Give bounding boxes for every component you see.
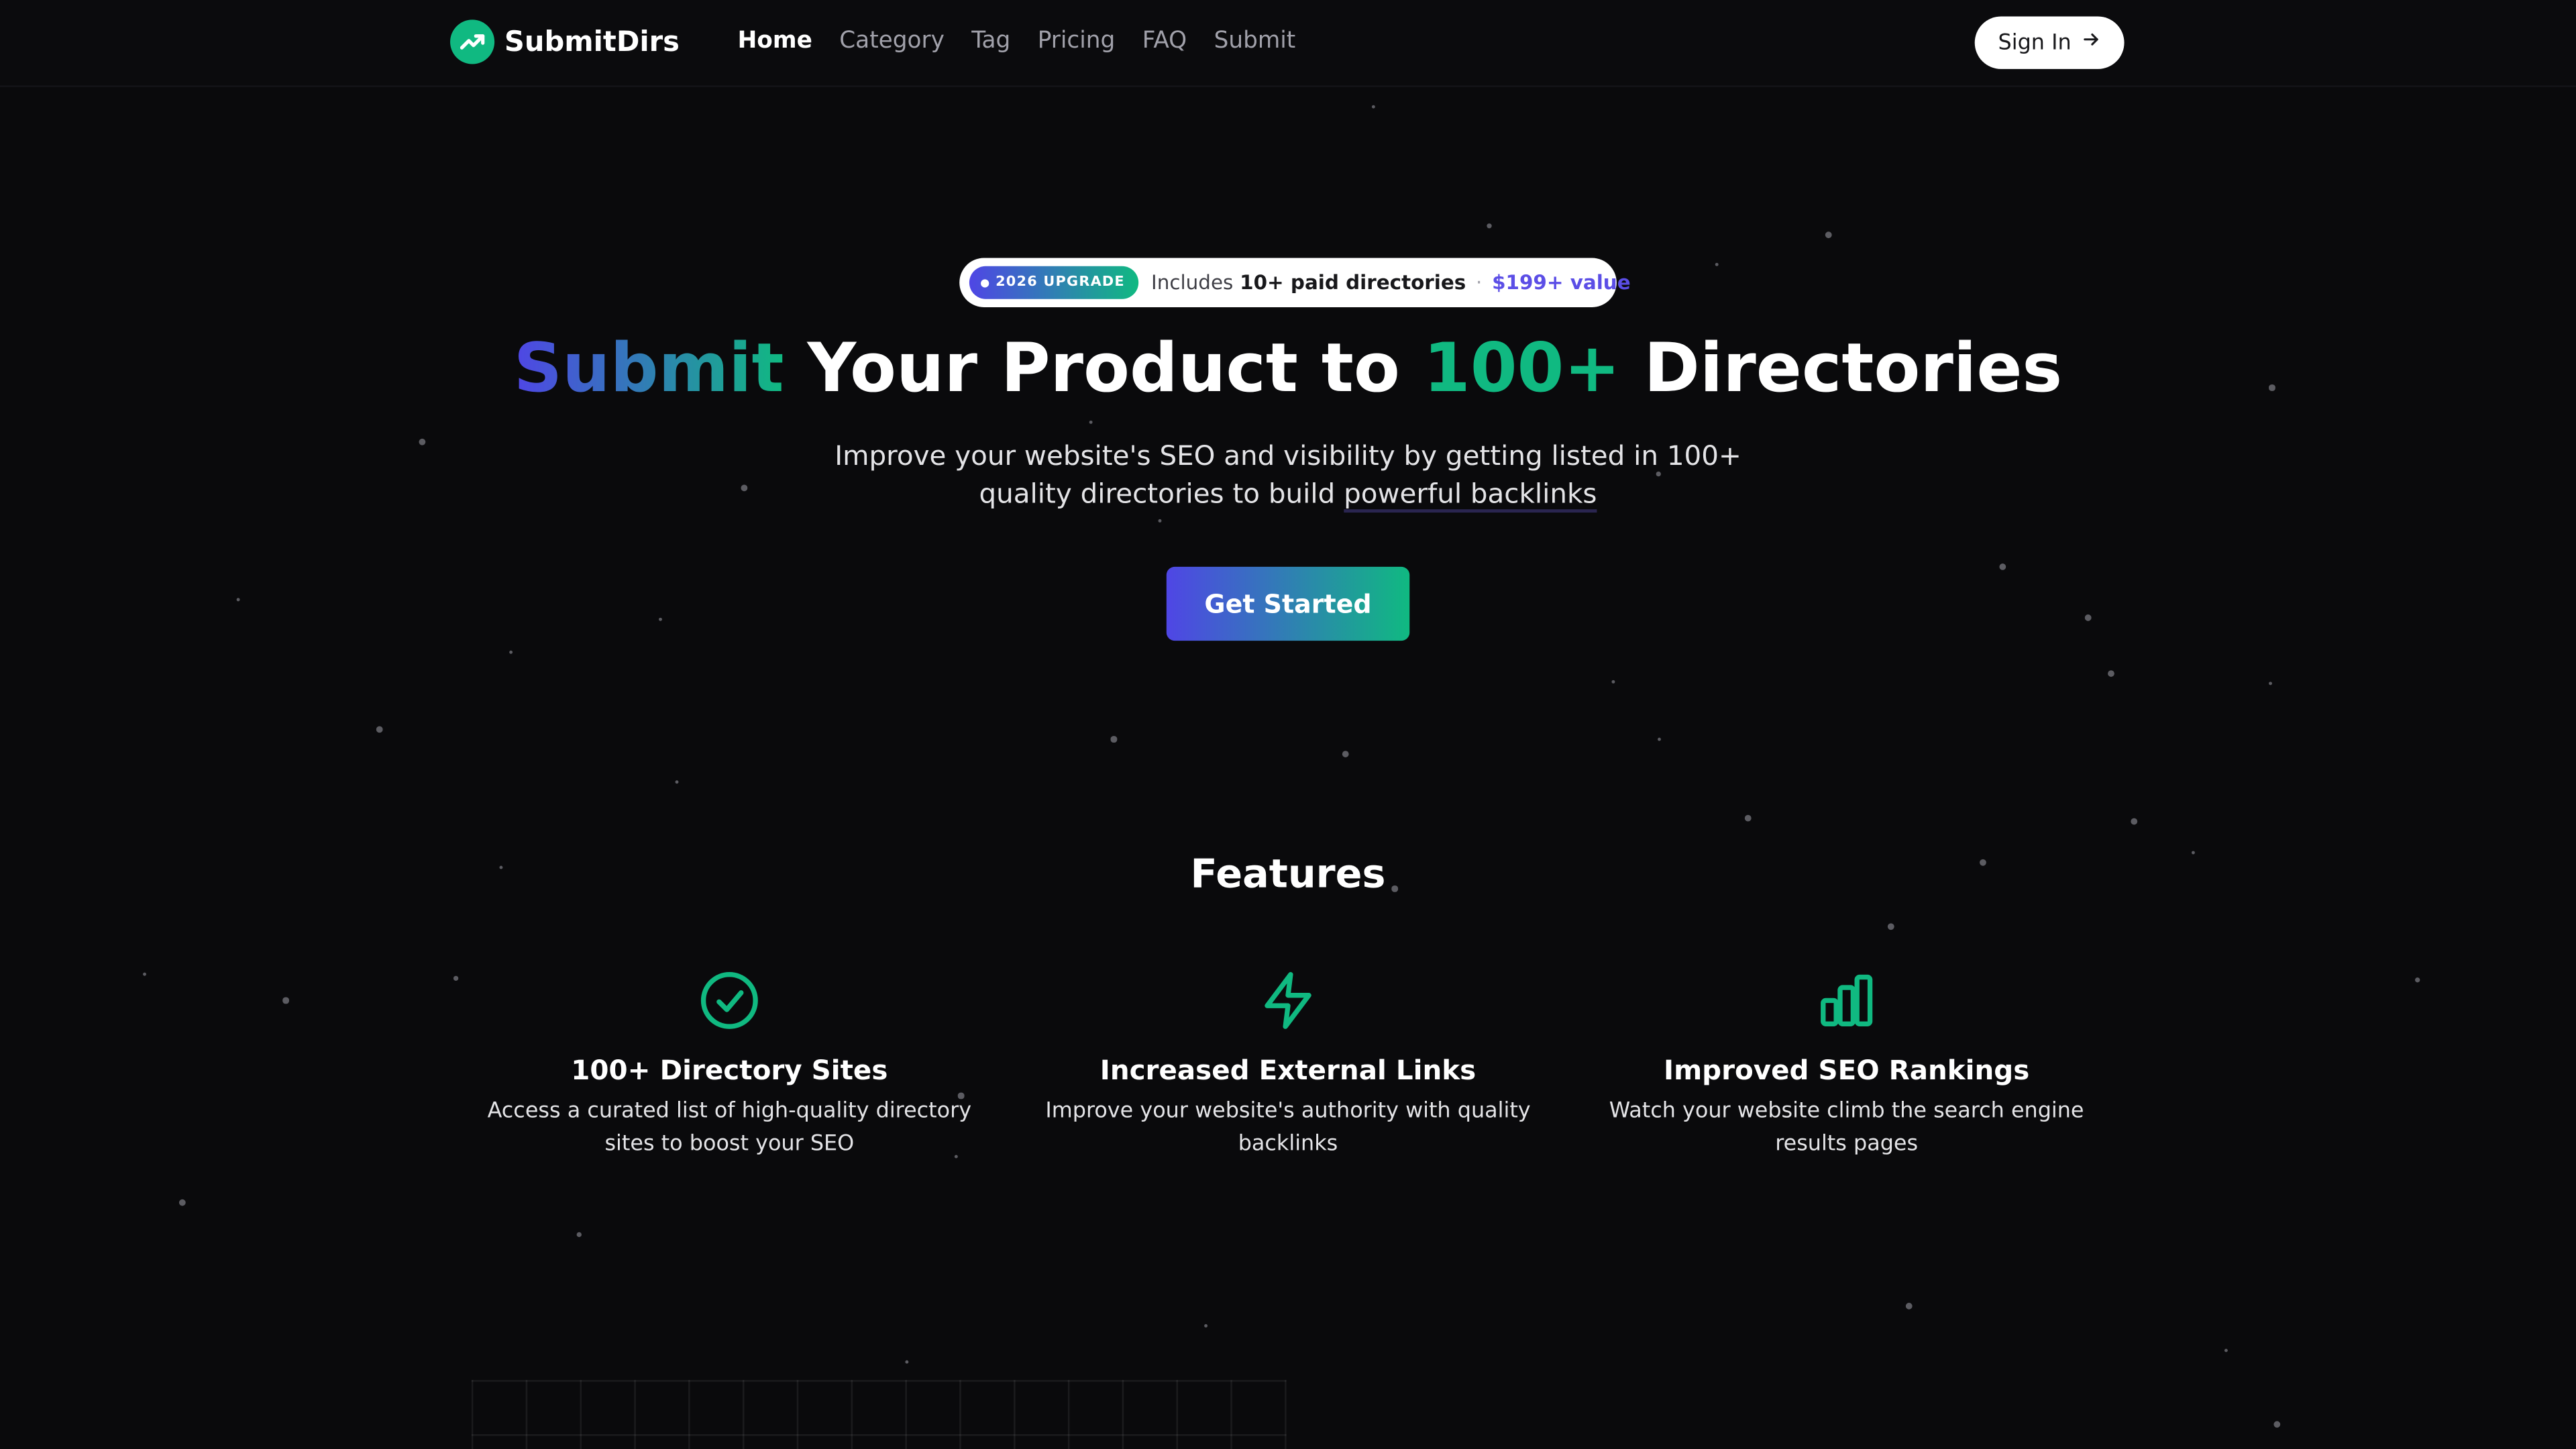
get-started-button[interactable]: Get Started [1166, 566, 1410, 641]
star-dot [1486, 222, 1491, 228]
star-dot [1204, 1324, 1208, 1328]
site-header: SubmitDirs Home Category Tag Pricing FAQ… [0, 0, 2576, 87]
star-dot [142, 972, 147, 977]
promo-badge: 2026 UPGRADE Includes 10+ paid directori… [959, 258, 1631, 307]
star-dot [452, 975, 458, 980]
star-dot [1342, 751, 1349, 757]
badge-prefix: Includes [1151, 271, 1234, 294]
badge-dot-icon [981, 278, 989, 287]
star-dot [509, 650, 513, 654]
star-dot [675, 780, 679, 784]
hero-subtitle: Improve your website's SEO and visibilit… [795, 437, 1780, 513]
star-dot [904, 1360, 909, 1364]
feature-description: Watch your website climb the search engi… [1609, 1099, 2084, 1157]
hero-title: Submit Your Product to 100+ Directories [0, 329, 2576, 408]
star-dot [1999, 564, 2006, 570]
nav-submit[interactable]: Submit [1214, 28, 1296, 54]
feature-card-directory-sites: 100+ Directory Sites Access a curated li… [467, 969, 993, 1162]
hero-title-highlight: Submit [513, 328, 784, 408]
feature-title: 100+ Directory Sites [571, 1055, 888, 1086]
hero-title-number: 100+ [1423, 328, 1621, 408]
star-dot [2268, 681, 2273, 686]
logo-link[interactable]: SubmitDirs [450, 19, 680, 64]
star-dot [178, 1199, 186, 1207]
arrow-right-icon [2081, 30, 2100, 56]
star-dot [1657, 737, 1662, 742]
star-dot [741, 484, 748, 492]
star-dot [2273, 1421, 2281, 1428]
star-dot [1611, 680, 1615, 684]
nav-home[interactable]: Home [738, 28, 812, 54]
star-dot [2131, 818, 2138, 825]
features-heading: Features [1190, 851, 1386, 898]
feature-title: Improved SEO Rankings [1664, 1055, 2030, 1086]
star-dot [576, 1231, 581, 1236]
star-dot [2414, 976, 2420, 982]
badge-value: $199+ value [1492, 271, 1631, 294]
trending-up-icon [450, 19, 495, 64]
page: SubmitDirs Home Category Tag Pricing FAQ… [0, 0, 2576, 1449]
star-dot [1111, 736, 1117, 743]
main-nav: Home Category Tag Pricing FAQ Submit [738, 28, 1323, 54]
star-dot [376, 725, 384, 733]
star-dot [1744, 814, 1752, 822]
star-dot [1089, 420, 1093, 425]
star-dot [1158, 519, 1162, 523]
badge-pill: 2026 UPGRADE [969, 266, 1138, 299]
star-dot [2084, 614, 2092, 622]
sign-in-button[interactable]: Sign In [1974, 16, 2125, 69]
feature-description: Improve your website's authority with qu… [1045, 1099, 1531, 1157]
brand-name: SubmitDirs [504, 25, 680, 58]
badge-strong: 10+ paid directories [1240, 271, 1466, 294]
hero-title-middle: Your Product to [784, 328, 1424, 408]
feature-description: Access a curated list of high-quality di… [487, 1099, 972, 1157]
feature-card-seo-rankings: Improved SEO Rankings Watch your website… [1584, 969, 2110, 1162]
star-dot [2108, 670, 2114, 677]
star-dot [2224, 1348, 2228, 1352]
nav-faq[interactable]: FAQ [1142, 28, 1187, 54]
badge-separator: · [1476, 271, 1483, 294]
feature-card-external-links: Increased External Links Improve your we… [1025, 969, 1551, 1162]
hero-subtitle-emphasis: powerful backlinks [1344, 478, 1597, 513]
star-dot [1825, 231, 1832, 239]
nav-category[interactable]: Category [839, 28, 945, 54]
nav-tag[interactable]: Tag [971, 28, 1010, 54]
hero-subtitle-main: Improve your website's SEO and visibilit… [835, 440, 1741, 510]
check-circle-icon [698, 969, 761, 1032]
star-dot [1371, 105, 1376, 109]
star-dot [282, 998, 289, 1004]
star-dot [419, 438, 426, 445]
star-dot [1715, 262, 1719, 266]
badge-pill-label: 2026 UPGRADE [996, 274, 1125, 291]
bar-chart-icon [1815, 969, 1878, 1032]
grid-decoration [471, 1380, 1287, 1449]
star-dot [1887, 922, 1895, 930]
lightning-icon [1256, 969, 1319, 1032]
sign-in-label: Sign In [1998, 30, 2072, 56]
star-dot [236, 597, 241, 602]
hero-title-end: Directories [1620, 328, 2063, 408]
nav-pricing[interactable]: Pricing [1038, 28, 1116, 54]
star-dot [1905, 1302, 1913, 1310]
feature-title: Increased External Links [1099, 1055, 1477, 1086]
star-dot [659, 617, 662, 621]
